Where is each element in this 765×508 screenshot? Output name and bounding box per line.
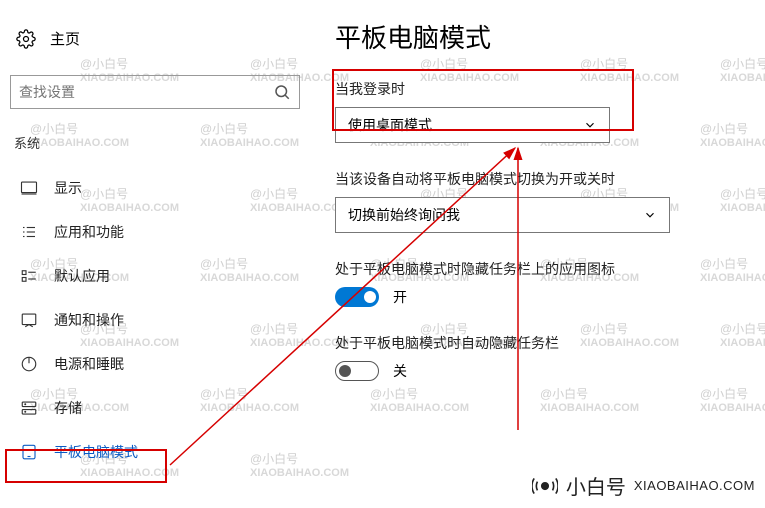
tablet-icon — [20, 443, 38, 461]
list-icon — [20, 223, 38, 241]
storage-icon — [20, 399, 38, 417]
login-label: 当我登录时 — [335, 79, 745, 99]
monitor-icon — [20, 179, 38, 197]
gear-icon — [16, 29, 36, 49]
nav-storage[interactable]: 存储 — [10, 386, 300, 430]
nav-label: 显示 — [54, 178, 82, 198]
auto-switch-label: 当该设备自动将平板电脑模式切换为开或关时 — [335, 169, 745, 189]
nav-label: 应用和功能 — [54, 222, 124, 242]
category-label: 系统 — [10, 131, 300, 166]
dropdown-value: 切换前始终询问我 — [348, 205, 460, 225]
nav-label: 默认应用 — [54, 266, 110, 286]
page-title: 平板电脑模式 — [335, 18, 745, 55]
brand-icon — [532, 473, 558, 499]
hide-taskbar-label: 处于平板电脑模式时自动隐藏任务栏 — [335, 333, 745, 353]
hide-taskbar-toggle[interactable] — [335, 361, 379, 381]
brand-en: XIAOBAIHAO.COM — [634, 478, 755, 493]
nav-display[interactable]: 显示 — [10, 166, 300, 210]
nav-apps[interactable]: 应用和功能 — [10, 210, 300, 254]
chevron-down-icon — [583, 118, 597, 132]
dropdown-value: 使用桌面模式 — [348, 115, 432, 135]
nav-label: 存储 — [54, 398, 82, 418]
chevron-down-icon — [643, 208, 657, 222]
search-box[interactable] — [10, 75, 300, 109]
hide-icons-toggle[interactable] — [335, 287, 379, 307]
nav-label: 电源和睡眠 — [54, 354, 124, 374]
footer-brand: 小白号 XIAOBAIHAO.COM — [532, 471, 755, 500]
settings-sidebar: 主页 系统 显示 应用和功能 默认应用 通知和操作 电源和睡眠 存储 平板电脑模… — [0, 0, 310, 474]
toggle-state: 开 — [393, 287, 407, 307]
main-content: 平板电脑模式 当我登录时 使用桌面模式 当该设备自动将平板电脑模式切换为开或关时… — [335, 18, 745, 407]
power-icon — [20, 355, 38, 373]
nav-tablet-mode[interactable]: 平板电脑模式 — [10, 430, 300, 474]
nav-default-apps[interactable]: 默认应用 — [10, 254, 300, 298]
hide-icons-label: 处于平板电脑模式时隐藏任务栏上的应用图标 — [335, 259, 745, 279]
search-input[interactable] — [19, 84, 273, 100]
nav-power[interactable]: 电源和睡眠 — [10, 342, 300, 386]
search-icon — [273, 83, 291, 101]
login-dropdown[interactable]: 使用桌面模式 — [335, 107, 610, 143]
toggle-state: 关 — [393, 361, 407, 381]
brand-cn: 小白号 — [566, 471, 626, 500]
nav-label: 平板电脑模式 — [54, 442, 138, 462]
defaults-icon — [20, 267, 38, 285]
notification-icon — [20, 311, 38, 329]
nav-label: 通知和操作 — [54, 310, 124, 330]
home-link[interactable]: 主页 — [10, 20, 300, 57]
home-label: 主页 — [50, 28, 80, 49]
nav-notifications[interactable]: 通知和操作 — [10, 298, 300, 342]
auto-switch-dropdown[interactable]: 切换前始终询问我 — [335, 197, 670, 233]
